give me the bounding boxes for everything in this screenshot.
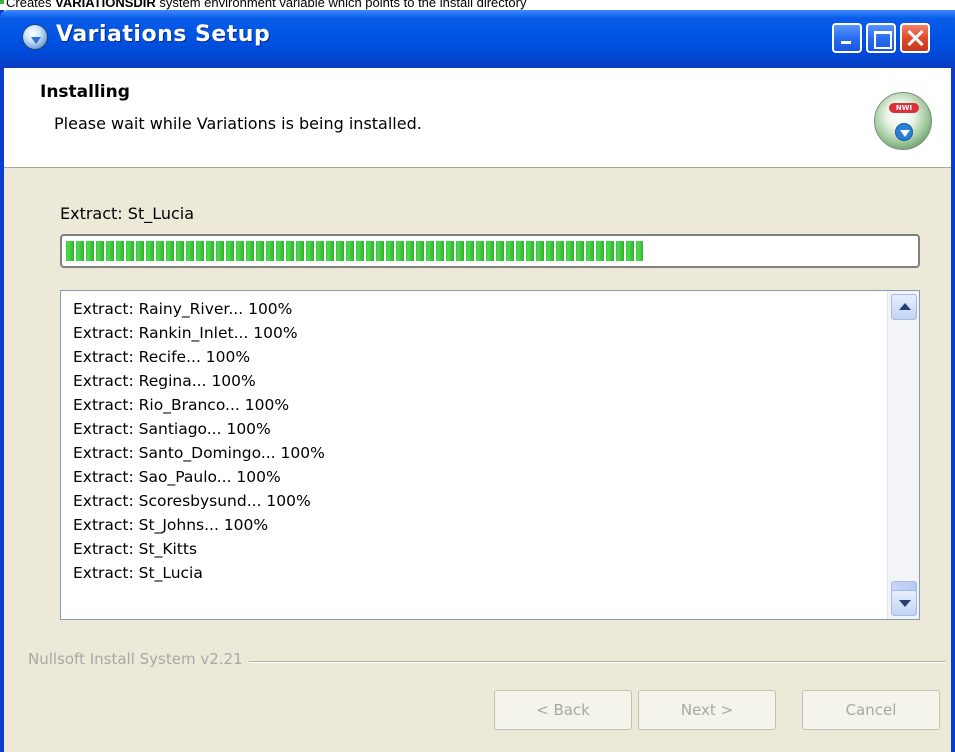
log-line: Extract: St_Kitts — [73, 540, 198, 558]
log-line: Extract: Regina... 100% — [73, 372, 256, 390]
window-title: Variations Setup — [56, 22, 271, 47]
scroll-down-icon[interactable] — [891, 590, 917, 616]
download-arrow-icon — [895, 123, 913, 141]
title-bar[interactable]: Variations Setup — [0, 10, 955, 68]
log-line: Extract: Rankin_Inlet... 100% — [73, 324, 298, 342]
log-line: Extract: Recife... 100% — [73, 348, 251, 366]
page-caption: Creates VARIATIONSDIR system environment… — [0, 0, 955, 10]
log-line: Extract: Rainy_River... 100% — [73, 300, 293, 318]
brand-label: Nullsoft Install System v2.21 — [28, 650, 249, 668]
caption-bold-term: VARIATIONSDIR — [55, 0, 156, 10]
log-line: Extract: Rio_Branco... 100% — [73, 396, 290, 414]
log-line: Extract: Sao_Paulo... 100% — [73, 468, 281, 486]
back-button[interactable]: < Back — [494, 690, 632, 730]
progress-bar — [60, 234, 920, 268]
installer-icon — [22, 24, 48, 50]
log-line: Extract: St_Lucia — [73, 564, 203, 582]
caption-marker — [0, 0, 4, 4]
log-line: Extract: Scoresbysund... 100% — [73, 492, 311, 510]
cancel-button[interactable]: Cancel — [802, 690, 940, 730]
log-scrollbar[interactable] — [887, 291, 919, 619]
setup-window: Variations Setup Installing Please wait … — [0, 10, 955, 752]
minimize-button[interactable] — [832, 23, 862, 53]
current-status: Extract: St_Lucia — [60, 204, 195, 223]
maximize-button[interactable] — [866, 23, 896, 53]
installer-logo-icon: NWI — [874, 92, 932, 150]
close-button[interactable] — [900, 23, 930, 53]
log-line: Extract: Santiago... 100% — [73, 420, 271, 438]
logo-label: NWI — [889, 103, 919, 113]
log-line: Extract: Santo_Domingo... 100% — [73, 444, 325, 462]
scroll-up-icon[interactable] — [891, 294, 917, 320]
caption-prefix: Creates — [6, 0, 56, 10]
install-log[interactable]: Extract: Rainy_River... 100% Extract: Ran… — [60, 290, 920, 620]
page-subtitle: Please wait while Variations is being in… — [54, 114, 422, 133]
log-lines: Extract: Rainy_River... 100% Extract: Ran… — [73, 297, 873, 613]
page-title: Installing — [40, 82, 130, 102]
progress-fill — [66, 241, 643, 261]
header-panel: Installing Please wait while Variations … — [4, 68, 951, 168]
caption-suffix: system environment variable which points… — [155, 0, 527, 10]
next-button[interactable]: Next > — [638, 690, 776, 730]
log-line: Extract: St_Johns... 100% — [73, 516, 269, 534]
